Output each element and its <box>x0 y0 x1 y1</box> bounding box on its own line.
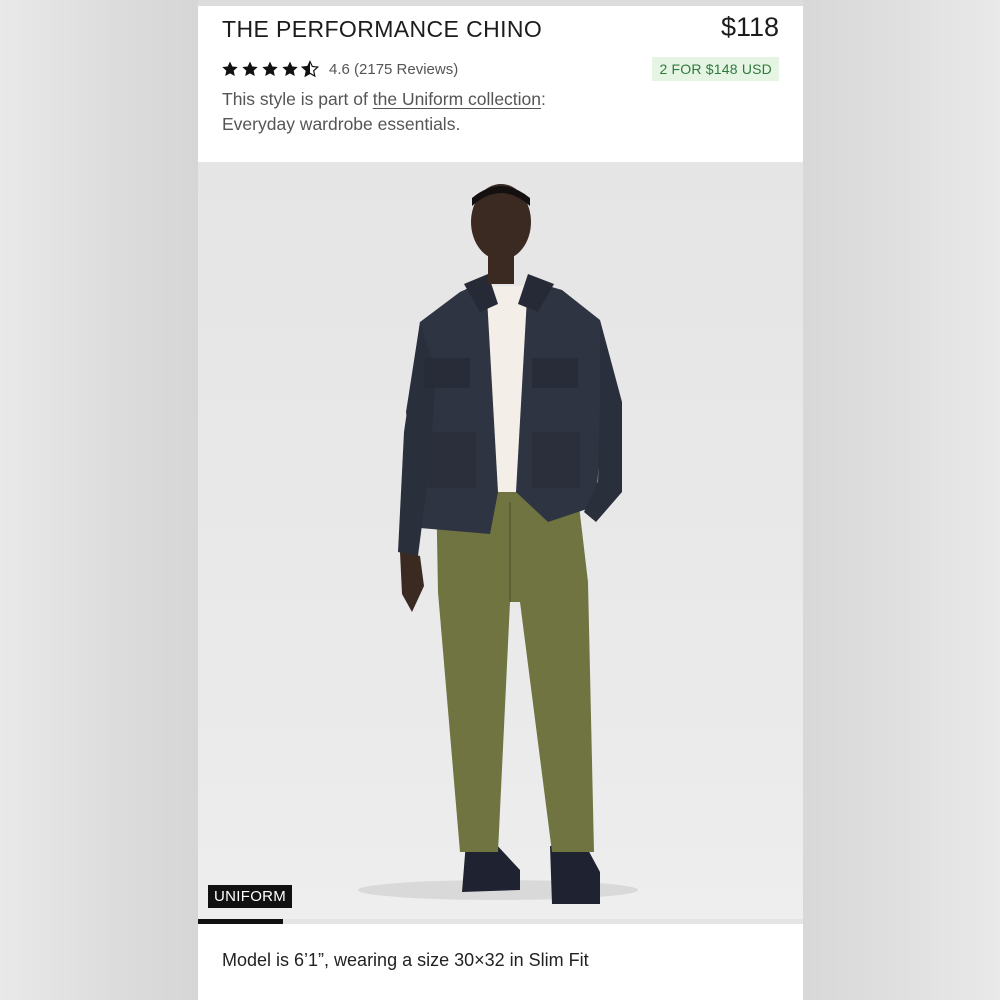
rating-stars <box>221 60 319 78</box>
uniform-badge: UNIFORM <box>208 885 293 908</box>
product-header: THE PERFORMANCE CHINO $118 4.6 (2175 Rev… <box>198 6 803 162</box>
model-fit-caption: Model is 6’1”, wearing a size 30×32 in S… <box>222 950 589 970</box>
product-page: THE PERFORMANCE CHINO $118 4.6 (2175 Rev… <box>198 6 803 1000</box>
desc-suffix: : <box>541 89 546 109</box>
gallery-progress <box>198 919 803 924</box>
star-icon <box>241 60 259 78</box>
gallery-progress-fill <box>198 919 283 924</box>
star-icon <box>221 60 239 78</box>
desc-prefix: This style is part of <box>222 89 373 109</box>
star-icon <box>281 60 299 78</box>
star-icon <box>261 60 279 78</box>
product-image[interactable]: UNIFORM <box>198 162 803 919</box>
product-price: $118 <box>720 12 779 42</box>
promo-badge: 2 FOR $148 USD <box>652 57 779 81</box>
collection-description: This style is part of the Uniform collec… <box>222 87 782 137</box>
rating-summary[interactable]: 4.6 (2175 Reviews) <box>329 61 458 78</box>
desc-line2: Everyday wardrobe essentials. <box>222 114 461 134</box>
rating-row[interactable]: 4.6 (2175 Reviews) <box>221 60 458 78</box>
product-title: THE PERFORMANCE CHINO <box>222 16 543 42</box>
model-illustration <box>198 162 803 919</box>
uniform-collection-link[interactable]: the Uniform collection <box>373 89 541 109</box>
star-half-icon <box>301 60 319 78</box>
